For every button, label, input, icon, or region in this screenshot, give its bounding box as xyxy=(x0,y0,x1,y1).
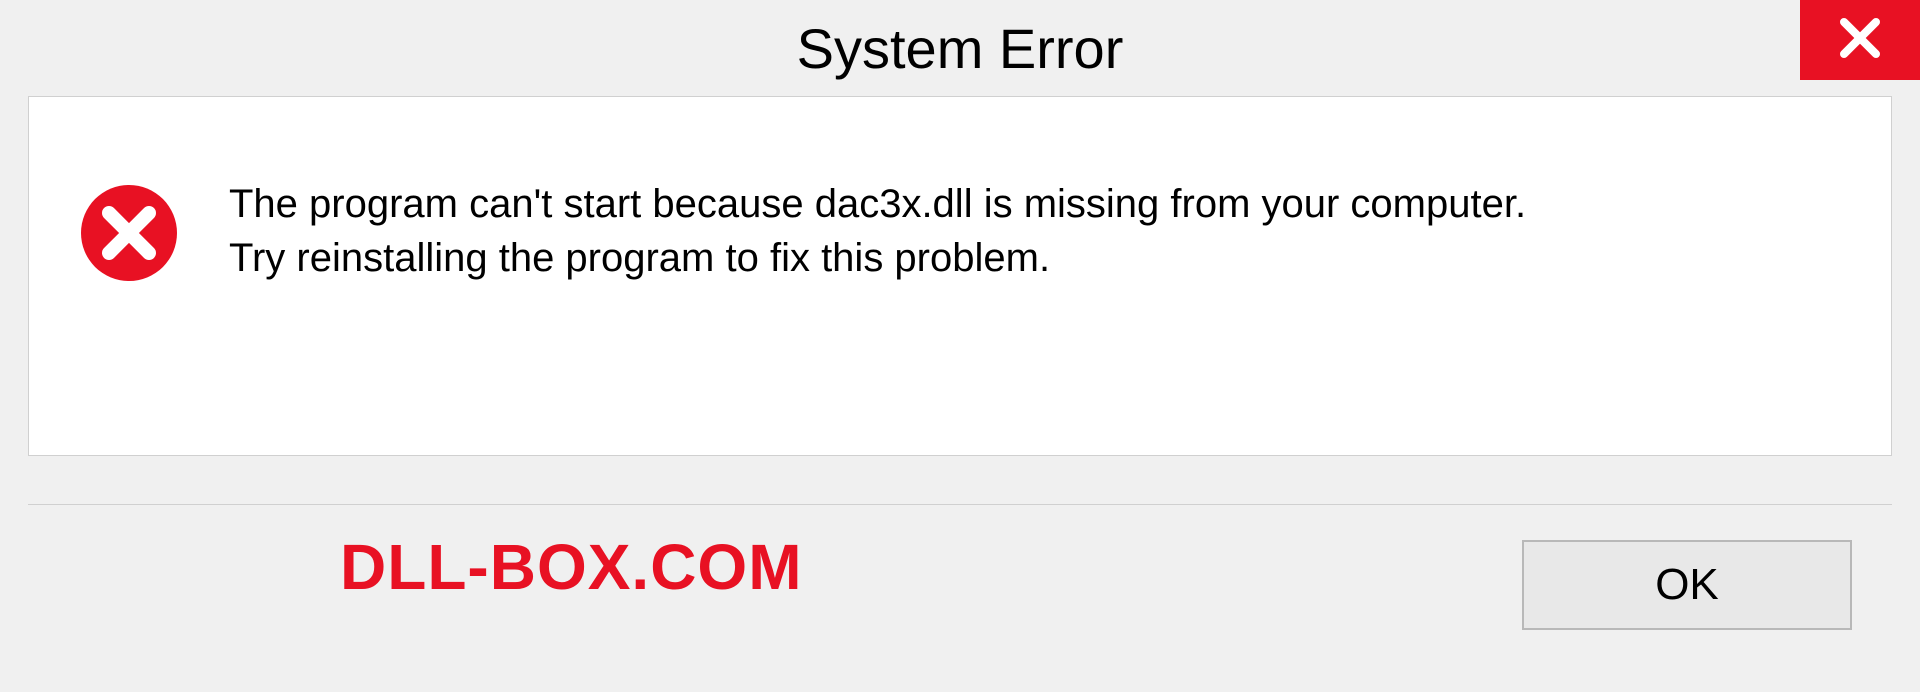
title-bar: System Error xyxy=(0,0,1920,96)
ok-button[interactable]: OK xyxy=(1522,540,1852,630)
message-line-2: Try reinstalling the program to fix this… xyxy=(229,231,1841,285)
error-dialog: System Error The program can't start bec… xyxy=(0,0,1920,692)
content-panel: The program can't start because dac3x.dl… xyxy=(28,96,1892,456)
message-block: The program can't start because dac3x.dl… xyxy=(229,177,1841,285)
button-bar: DLL-BOX.COM OK xyxy=(28,504,1892,664)
watermark-text: DLL-BOX.COM xyxy=(340,530,803,604)
message-line-1: The program can't start because dac3x.dl… xyxy=(229,177,1841,231)
close-icon xyxy=(1838,16,1882,65)
close-button[interactable] xyxy=(1800,0,1920,80)
dialog-title: System Error xyxy=(797,16,1124,81)
error-icon xyxy=(79,183,179,283)
